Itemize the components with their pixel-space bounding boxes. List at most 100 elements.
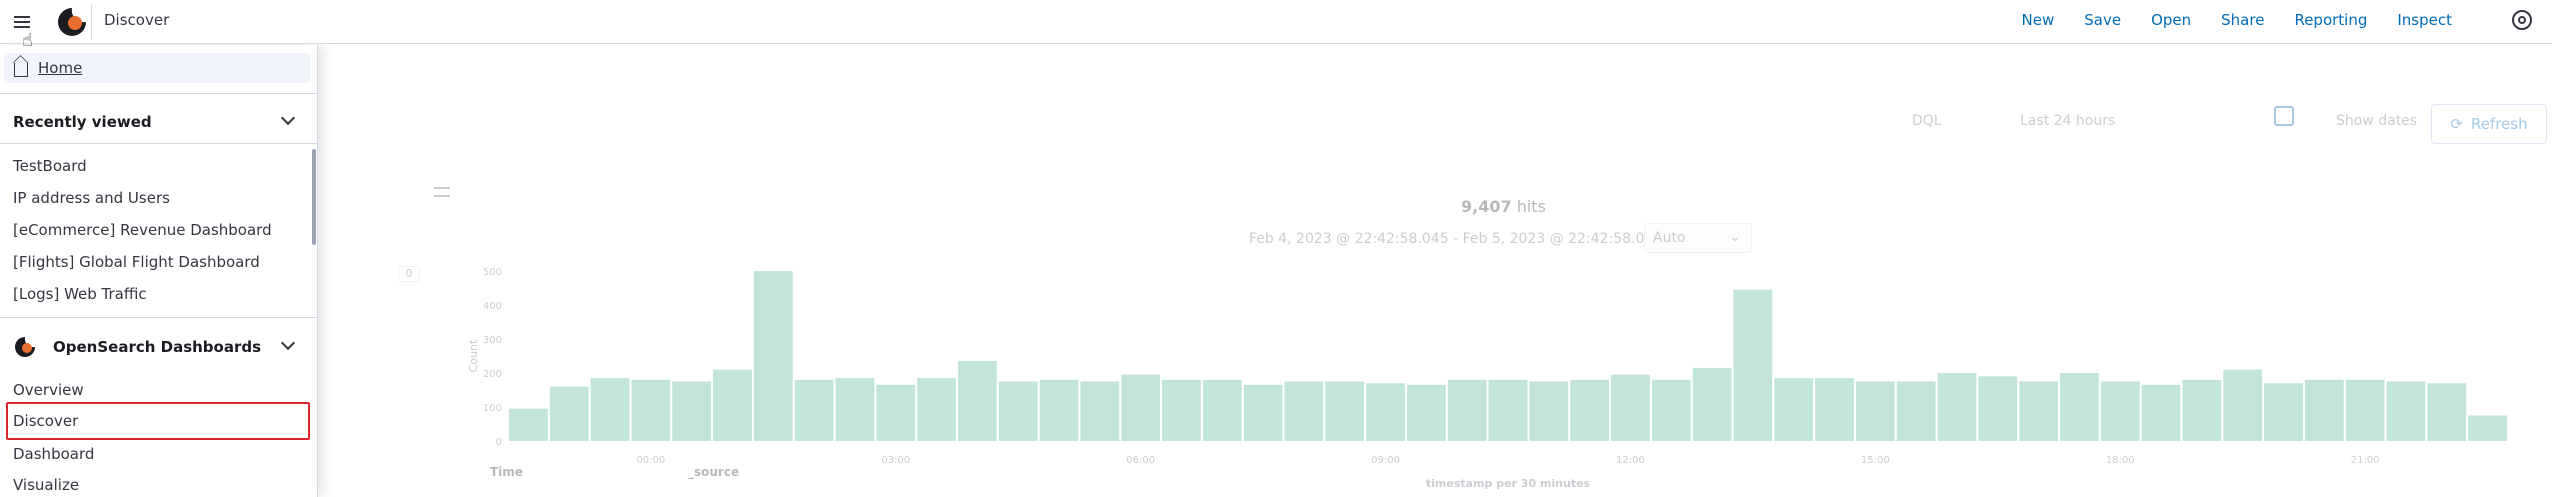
x-tick-label: 03:00 <box>881 455 910 466</box>
open-link[interactable]: Open <box>2151 11 2191 29</box>
recent-item-logs[interactable]: [Logs] Web Traffic <box>13 285 147 303</box>
nav-overview[interactable]: Overview <box>13 381 84 399</box>
histogram-bar <box>1202 379 1242 441</box>
histogram-bar <box>2386 381 2426 441</box>
time-column-header[interactable]: Time <box>490 465 523 479</box>
show-dates-link[interactable]: Show dates <box>2336 113 2417 129</box>
histogram-bar <box>1651 379 1691 441</box>
y-tick-label: 200 <box>483 369 502 380</box>
histogram-bar <box>713 369 752 441</box>
chevron-down-icon[interactable] <box>280 110 296 126</box>
recent-scrollbar[interactable] <box>312 149 316 245</box>
inspect-link[interactable]: Inspect <box>2397 11 2452 29</box>
pointer-cursor-icon: ☝ <box>22 30 33 51</box>
refresh-icon: ⟳ <box>2450 115 2463 133</box>
histogram-bar <box>1733 289 1773 441</box>
histogram-bar <box>1692 367 1732 441</box>
histogram-bar <box>2060 373 2099 441</box>
x-tick-label: 21:00 <box>2351 455 2380 466</box>
new-link[interactable]: New <box>2022 11 2055 29</box>
y-tick-label: 500 <box>483 267 502 278</box>
query-language-toggle[interactable]: DQL <box>1912 113 1942 129</box>
calendar-icon[interactable] <box>2274 106 2294 126</box>
histogram-bar <box>2100 381 2140 441</box>
histogram-bar <box>2427 383 2467 441</box>
hits-label: hits <box>1516 197 1546 216</box>
recently-viewed-title: Recently viewed <box>13 113 152 131</box>
histogram-bar <box>2345 379 2385 441</box>
y-tick-label: 0 <box>496 437 502 448</box>
histogram-bar <box>549 386 589 441</box>
reporting-link[interactable]: Reporting <box>2294 11 2367 29</box>
histogram-bar <box>1121 374 1161 441</box>
recent-item-ip-address[interactable]: IP address and Users <box>13 189 170 207</box>
source-column-header: _source <box>688 465 740 479</box>
hits-count: 9,407 <box>1461 197 1512 216</box>
nav-discover[interactable]: Discover <box>13 412 78 430</box>
interval-value: Auto <box>1653 230 1686 246</box>
interval-select[interactable]: Auto ⌄ <box>1644 223 1752 253</box>
nav-dashboard[interactable]: Dashboard <box>13 445 94 463</box>
divider <box>0 143 318 144</box>
nav-flyout: Home Recently viewed TestBoard IP addres… <box>0 45 318 497</box>
histogram-bar <box>2019 381 2059 441</box>
histogram-bar <box>631 379 671 441</box>
recent-item-testboard[interactable]: TestBoard <box>13 157 87 175</box>
opensearch-logo[interactable] <box>56 4 92 40</box>
help-icon[interactable] <box>2512 10 2532 30</box>
histogram-bar <box>2141 384 2181 441</box>
histogram-chart: 500 400 300 200 100 0 Count 00:00 03:00 06:00 09:0… <box>467 267 2507 489</box>
y-tick-label: 100 <box>483 403 502 414</box>
divider <box>0 93 318 94</box>
histogram-bar <box>2264 383 2303 441</box>
recent-item-flights[interactable]: [Flights] Global Flight Dashboard <box>13 253 260 271</box>
histogram-bar <box>1978 376 2018 441</box>
histogram-bar <box>835 378 875 441</box>
menu-icon <box>14 16 30 28</box>
x-tick-label: 15:00 <box>1861 455 1890 466</box>
histogram-bar <box>998 381 1038 441</box>
histogram-bar <box>1570 379 1610 441</box>
histogram-bar <box>1815 378 1854 441</box>
histogram-bar <box>1488 379 1528 441</box>
y-axis-label: Count <box>467 339 480 372</box>
histogram-bar <box>672 381 712 441</box>
histogram-bar <box>2304 379 2344 441</box>
x-tick-label: 12:00 <box>1616 455 1645 466</box>
collapse-sidebar-icon[interactable] <box>434 187 450 197</box>
home-nav-item[interactable]: Home <box>4 53 310 83</box>
chevron-down-icon: ⌄ <box>1729 229 1741 245</box>
time-range-text: Feb 4, 2023 @ 22:42:58.045 - Feb 5, 2023… <box>1249 231 1663 247</box>
histogram-bar <box>1937 373 1977 441</box>
histogram-bar <box>1039 379 1079 441</box>
histogram-bar <box>794 379 834 441</box>
histogram-bar <box>1896 381 1936 441</box>
home-label: Home <box>38 59 83 77</box>
histogram-bar <box>917 378 956 441</box>
x-axis-label: timestamp per 30 minutes <box>1426 477 1591 489</box>
share-link[interactable]: Share <box>2221 11 2264 29</box>
time-range-label[interactable]: Last 24 hours <box>2020 113 2115 129</box>
x-tick-label: 00:00 <box>636 455 665 466</box>
histogram-bar <box>1774 378 1814 441</box>
osd-section-title: OpenSearch Dashboards <box>53 338 262 356</box>
histogram-bar <box>957 361 997 441</box>
histogram-bar <box>1366 383 1405 441</box>
x-tick-label: 18:00 <box>2106 455 2135 466</box>
chevron-down-icon[interactable] <box>280 335 296 351</box>
y-tick-label: 300 <box>483 335 502 346</box>
histogram-bar <box>1325 381 1365 441</box>
histogram-bar <box>1284 381 1324 441</box>
histogram-bar <box>1447 379 1487 441</box>
recent-item-ecommerce[interactable]: [eCommerce] Revenue Dashboard <box>13 221 272 239</box>
refresh-button[interactable]: ⟳ Refresh <box>2431 104 2547 144</box>
histogram-bar <box>753 271 793 441</box>
histogram-bar <box>509 408 548 441</box>
histogram-bar <box>1855 381 1895 441</box>
histogram-bar <box>2182 379 2222 441</box>
save-link[interactable]: Save <box>2084 11 2121 29</box>
histogram-bar <box>2468 415 2507 441</box>
nav-visualize[interactable]: Visualize <box>13 476 79 494</box>
breadcrumb-discover[interactable]: Discover <box>104 11 169 29</box>
y-tick-label: 400 <box>483 301 502 312</box>
